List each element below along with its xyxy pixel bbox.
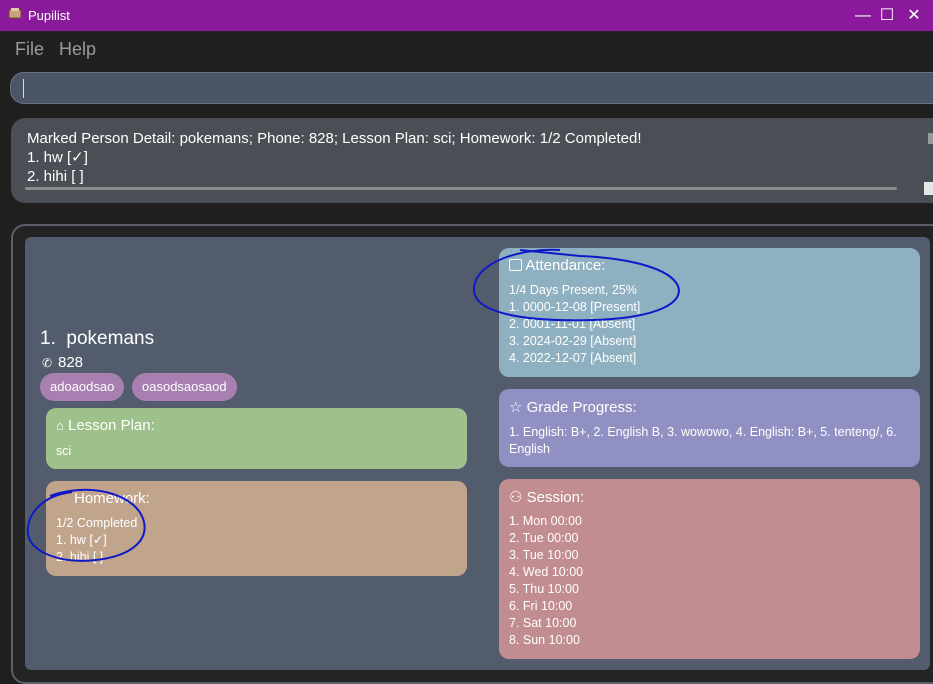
graduation-cap-icon: ⌂ (56, 418, 64, 433)
session-title: ⚇ Session: (509, 488, 584, 506)
attendance-line: 1/4 Days Present, 25% (509, 283, 637, 297)
title-bar: Pupilist — ☐ ✕ (0, 0, 933, 31)
session-label: Session: (526, 489, 585, 506)
grade-line: English (509, 442, 550, 456)
horizontal-scrollbar[interactable] (25, 187, 897, 190)
lesson-plan-body: sci (56, 444, 72, 458)
homework-line: 1. hw [✓] (56, 533, 107, 547)
star-icon: ☆ (509, 399, 523, 416)
person-phone: ✆ 828 (42, 354, 83, 371)
session-icon: ⚇ (509, 489, 523, 506)
tag: oasodsaosaod (132, 373, 237, 401)
attendance-panel: Attendance: 1/4 Days Present, 25% 1. 000… (499, 248, 920, 377)
command-input[interactable] (10, 72, 933, 104)
homework-body: 1/2 Completed 1. hw [✓] 2. hihi [ ] (56, 515, 137, 566)
attendance-title: Attendance: (509, 257, 605, 274)
person-index: 1. (40, 328, 56, 349)
homework-panel: Homework: 1/2 Completed 1. hw [✓] 2. hih… (46, 481, 467, 576)
result-line: 2. hihi [ ] (27, 168, 84, 185)
calendar-icon (509, 259, 522, 271)
attendance-label: Attendance: (525, 257, 606, 274)
homework-line: 1/2 Completed (56, 516, 138, 530)
window-title: Pupilist (28, 8, 70, 23)
session-line: 5. Thu 10:00 (509, 582, 579, 596)
session-line: 8. Sun 10:00 (509, 633, 580, 647)
session-line: 3. Tue 10:00 (509, 548, 579, 562)
scroll-corner (924, 182, 933, 195)
homework-line: 2. hihi [ ] (56, 550, 104, 564)
attendance-line: 4. 2022-12-07 [Absent] (509, 351, 637, 365)
grade-line: 1. English: B+, 2. English B, 3. wowowo,… (509, 425, 897, 439)
session-line: 2. Tue 00:00 (509, 531, 579, 545)
attendance-line: 2. 0001-11-01 [Absent] (509, 317, 636, 331)
menu-bar: File Help (0, 31, 933, 67)
session-line: 1. Mon 00:00 (509, 514, 582, 528)
grade-progress-label: Grade Progress: (526, 399, 637, 416)
result-line: 1. hw [✓] (27, 149, 88, 166)
tag: adoaodsao (40, 373, 125, 401)
lesson-plan-title: ⌂ Lesson Plan: (56, 417, 155, 434)
app-icon (8, 8, 22, 19)
lesson-plan-label: Lesson Plan: (68, 417, 155, 434)
result-line: Marked Person Detail: pokemans; Phone: 8… (27, 130, 642, 147)
person-name-text: pokemans (66, 328, 155, 349)
vertical-scrollbar[interactable] (928, 133, 933, 144)
person-name: 1. pokemans (40, 328, 154, 350)
phone-icon: ✆ (42, 356, 53, 370)
close-button[interactable]: ✕ (891, 0, 933, 31)
attendance-body: 1/4 Days Present, 25% 1. 0000-12-08 [Pre… (509, 282, 640, 367)
session-body: 1. Mon 00:00 2. Tue 00:00 3. Tue 10:00 4… (509, 513, 583, 649)
text-caret (23, 79, 24, 98)
lesson-plan-panel: ⌂ Lesson Plan: sci (46, 408, 467, 469)
result-text: Marked Person Detail: pokemans; Phone: 8… (27, 129, 641, 186)
attendance-line: 3. 2024-02-29 [Absent] (509, 334, 637, 348)
session-line: 7. Sat 10:00 (509, 616, 577, 630)
session-line: 4. Wed 10:00 (509, 565, 584, 579)
grade-progress-body: 1. English: B+, 2. English B, 3. wowowo,… (509, 424, 897, 458)
result-display: Marked Person Detail: pokemans; Phone: 8… (11, 118, 933, 203)
menu-file[interactable]: File (15, 39, 44, 60)
session-line: 6. Fri 10:00 (509, 599, 573, 613)
homework-title: Homework: (74, 490, 150, 507)
attendance-line: 1. 0000-12-08 [Present] (509, 300, 641, 314)
menu-help[interactable]: Help (59, 39, 96, 60)
session-panel: ⚇ Session: 1. Mon 00:00 2. Tue 00:00 3. … (499, 479, 920, 659)
grade-progress-title: ☆ Grade Progress: (509, 398, 637, 416)
grade-progress-panel: ☆ Grade Progress: 1. English: B+, 2. Eng… (499, 389, 920, 467)
phone-number: 828 (58, 354, 84, 371)
